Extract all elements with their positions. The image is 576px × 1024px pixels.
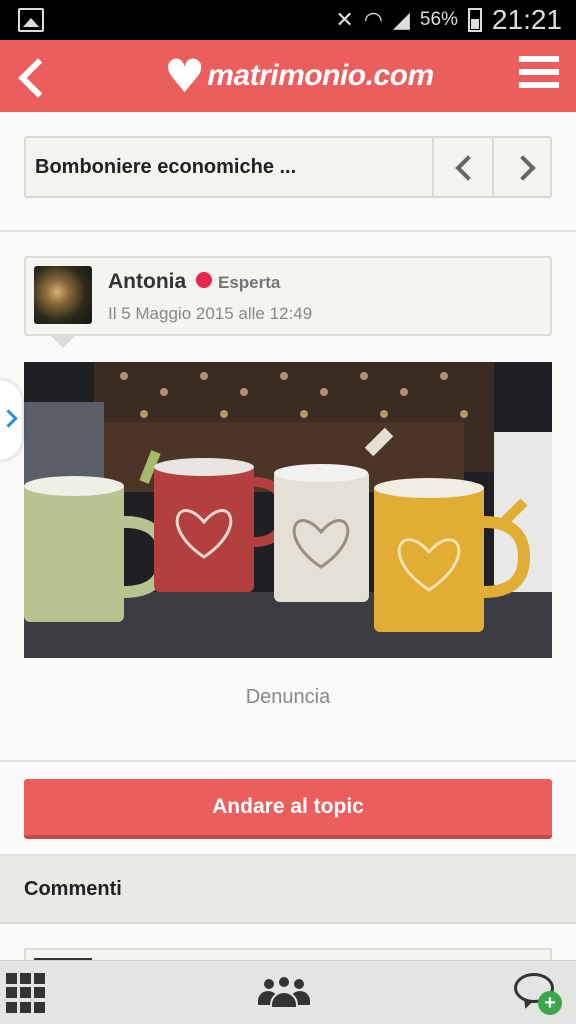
avatar[interactable] (34, 266, 92, 324)
topic-title[interactable]: Bomboniere economiche ... (35, 156, 296, 179)
author-name[interactable]: Antonia (108, 270, 186, 294)
goto-topic-section: Andare al topic (0, 762, 576, 856)
status-bar: ✕ ◠ ◢ 56% 21:21 (0, 0, 576, 40)
menu-button[interactable] (519, 56, 559, 90)
menu-icon-bar (519, 69, 559, 75)
side-drawer-tab[interactable] (0, 380, 22, 460)
logo-text: matrimonio.com (207, 59, 434, 92)
wifi-icon: ◠ (363, 7, 383, 33)
post-photo[interactable] (24, 362, 552, 658)
topic-nav: Bomboniere economiche ... (24, 136, 552, 198)
bottom-bar: + (0, 960, 576, 1024)
battery-percent: 56% (419, 9, 458, 30)
heart-logo-icon: ♥ (164, 49, 206, 103)
post: Antonia Esperta Il 5 Maggio 2015 alle 12… (0, 232, 576, 762)
logo[interactable]: ♥ matrimonio.com (164, 48, 434, 104)
mute-icon: ✕ (335, 7, 354, 33)
post-date: Il 5 Maggio 2015 alle 12:49 (108, 304, 313, 323)
report-link[interactable]: Denuncia (0, 686, 576, 709)
next-post-button[interactable] (492, 138, 552, 196)
app-header: ♥ matrimonio.com (0, 40, 576, 112)
menu-icon-bar (519, 56, 559, 62)
goto-topic-button[interactable]: Andare al topic (24, 779, 552, 839)
status-dot-icon (196, 272, 212, 288)
grid-menu-icon[interactable] (6, 973, 46, 1013)
comments-list (0, 924, 576, 978)
author-rank: Esperta (218, 273, 281, 292)
clock: 21:21 (491, 4, 562, 35)
author-card: Antonia Esperta Il 5 Maggio 2015 alle 12… (24, 256, 552, 348)
status-icons: ✕ ◠ ◢ 56% 21:21 (335, 4, 562, 35)
signal-icon: ◢ (392, 7, 410, 33)
comments-header: Commenti (0, 856, 576, 924)
back-button[interactable] (10, 52, 54, 100)
previous-post-button[interactable] (432, 138, 492, 196)
battery-icon (467, 8, 482, 32)
menu-icon-bar (519, 82, 559, 88)
image-icon (18, 8, 44, 32)
add-comment-icon[interactable]: + (512, 969, 564, 1017)
mugs-photo (24, 362, 552, 658)
topic-nav-section: Bomboniere economiche ... (0, 112, 576, 232)
people-icon[interactable] (258, 973, 310, 1013)
comments-title: Commenti (24, 878, 122, 900)
